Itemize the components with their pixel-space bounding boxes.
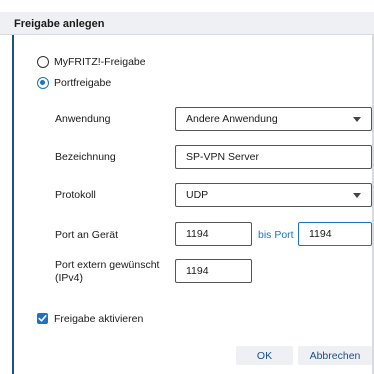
cancel-button[interactable]: Abbrechen (298, 346, 372, 365)
port-geraet-label: Port an Gerät (55, 229, 119, 241)
chevron-down-icon (353, 117, 361, 122)
port-geraet-value: 1194 (186, 228, 209, 240)
protokoll-label: Protokoll (55, 189, 96, 201)
bezeichnung-value: SP-VPN Server (186, 151, 259, 163)
ok-button[interactable]: OK (236, 346, 293, 365)
bis-port-label: bis Port (258, 229, 294, 241)
activate-checkbox[interactable] (37, 313, 48, 324)
port-bis-input[interactable]: 1194 (298, 222, 372, 246)
checkmark-icon (38, 315, 47, 322)
bezeichnung-input[interactable]: SP-VPN Server (175, 145, 372, 169)
port-bis-value: 1194 (309, 228, 332, 240)
anwendung-select[interactable]: Andere Anwendung (175, 107, 372, 131)
port-extern-label: Port extern gewünscht (55, 259, 160, 271)
bezeichnung-label: Bezeichnung (55, 151, 116, 163)
radio-myfritz[interactable] (37, 56, 49, 68)
anwendung-label: Anwendung (55, 113, 111, 125)
anwendung-value: Andere Anwendung (186, 113, 278, 125)
dialog-header: Freigabe anlegen (0, 12, 374, 35)
radio-portfreigabe[interactable] (37, 77, 49, 89)
port-geraet-input[interactable]: 1194 (175, 222, 252, 246)
radio-myfritz-label[interactable]: MyFRITZ!-Freigabe (54, 56, 146, 68)
dialog-left-border (12, 12, 14, 374)
protokoll-value: UDP (186, 189, 209, 201)
share-dialog: Freigabe anlegen MyFRITZ!-Freigabe Portf… (0, 0, 374, 374)
activate-label[interactable]: Freigabe aktivieren (54, 313, 143, 325)
dialog-title: Freigabe anlegen (14, 18, 105, 30)
port-extern-value: 1194 (186, 265, 209, 277)
chevron-down-icon (353, 193, 361, 198)
port-extern-label-ipv4: (IPv4) (55, 272, 84, 284)
protokoll-select[interactable]: UDP (175, 183, 372, 207)
port-extern-input[interactable]: 1194 (175, 259, 252, 283)
radio-portfreigabe-label[interactable]: Portfreigabe (54, 77, 111, 89)
